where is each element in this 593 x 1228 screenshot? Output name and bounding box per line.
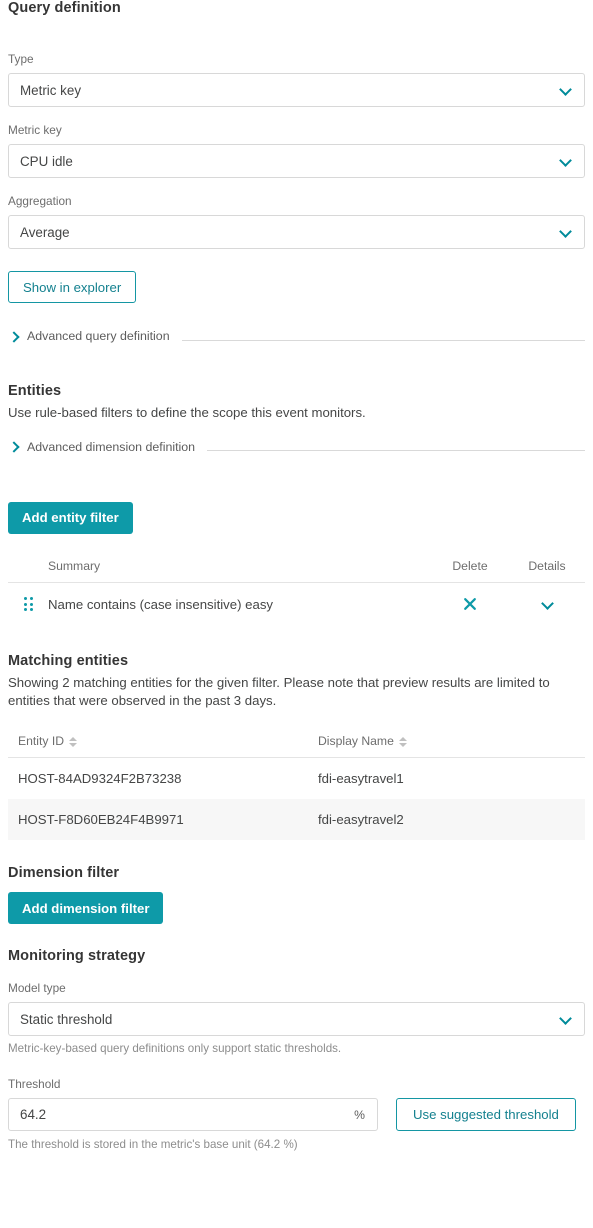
divider	[207, 450, 585, 451]
type-select[interactable]: Metric key	[8, 73, 585, 107]
divider	[182, 340, 585, 341]
filter-summary-text: Name contains (case insensitive) easy	[48, 597, 431, 612]
matching-entities-title: Matching entities	[8, 653, 585, 669]
advanced-query-definition-label: Advanced query definition	[27, 329, 170, 343]
column-header-display-name[interactable]: Display Name	[308, 734, 585, 758]
entity-filter-table: Summary Delete Details Name contains (ca…	[8, 559, 585, 626]
cell-display-name: fdi-easytravel1	[308, 758, 585, 800]
threshold-hint: The threshold is stored in the metric's …	[8, 1138, 585, 1151]
use-suggested-threshold-button[interactable]: Use suggested threshold	[396, 1098, 576, 1131]
threshold-unit: %	[354, 1108, 365, 1122]
threshold-input-wrapper: %	[8, 1098, 378, 1131]
add-dimension-filter-button[interactable]: Add dimension filter	[8, 892, 163, 924]
table-row[interactable]: HOST-F8D60EB24F4B9971 fdi-easytravel2	[8, 799, 585, 840]
chevron-down-icon[interactable]	[559, 1003, 572, 1035]
model-type-select[interactable]: Static threshold	[8, 1002, 585, 1036]
matching-entities-description: Showing 2 matching entities for the give…	[8, 674, 585, 711]
entities-description: Use rule-based filters to define the sco…	[8, 404, 585, 423]
add-entity-filter-button[interactable]: Add entity filter	[8, 502, 133, 534]
column-header-entity-id[interactable]: Entity ID	[8, 734, 308, 758]
entity-filter-table-header: Summary Delete Details	[8, 559, 585, 583]
field-label-threshold: Threshold	[8, 1077, 585, 1091]
field-type: Type Metric key	[8, 52, 585, 107]
chevron-down-icon[interactable]	[559, 145, 572, 177]
expand-filter-details-button[interactable]	[509, 598, 585, 611]
chevron-down-icon[interactable]	[559, 216, 572, 248]
table-row[interactable]: HOST-84AD9324F2B73238 fdi-easytravel1	[8, 758, 585, 800]
monitoring-strategy-section: Monitoring strategy Model type Static th…	[8, 948, 585, 1151]
threshold-input[interactable]	[9, 1099, 377, 1130]
matching-entities-table: Entity ID Display Name HOST-84AD9324F2B7…	[8, 734, 585, 840]
advanced-dimension-definition-toggle[interactable]: Advanced dimension definition	[8, 440, 585, 454]
field-threshold: Threshold % Use suggested threshold The …	[8, 1077, 585, 1151]
settings-form-page: Query definition Type Metric key Metric …	[0, 0, 593, 1228]
table-row: Name contains (case insensitive) easy	[8, 583, 585, 626]
field-metric-key: Metric key CPU idle	[8, 123, 585, 178]
chevron-down-icon	[541, 598, 554, 611]
matching-entities-section: Matching entities Showing 2 matching ent…	[8, 653, 585, 711]
metric-key-select-value: CPU idle	[20, 154, 73, 169]
column-header-details: Details	[509, 559, 585, 573]
field-aggregation: Aggregation Average	[8, 194, 585, 249]
chevron-right-icon	[8, 440, 21, 453]
entities-title: Entities	[8, 383, 585, 399]
monitoring-strategy-title: Monitoring strategy	[8, 948, 585, 964]
model-type-hint: Metric-key-based query definitions only …	[8, 1042, 585, 1055]
metric-key-select[interactable]: CPU idle	[8, 144, 585, 178]
type-select-value: Metric key	[20, 83, 81, 98]
close-icon	[462, 596, 478, 612]
matching-entities-table-header: Entity ID Display Name	[8, 734, 585, 758]
entities-section: Entities Use rule-based filters to defin…	[8, 383, 585, 423]
cell-display-name: fdi-easytravel2	[308, 799, 585, 840]
field-label-metric-key: Metric key	[8, 123, 585, 137]
cell-entity-id: HOST-F8D60EB24F4B9971	[8, 799, 308, 840]
field-label-aggregation: Aggregation	[8, 194, 585, 208]
chevron-down-icon[interactable]	[559, 74, 572, 106]
drag-handle-icon[interactable]	[8, 597, 48, 611]
dimension-filter-section: Dimension filter Add dimension filter	[8, 865, 585, 924]
column-header-delete: Delete	[431, 559, 509, 573]
advanced-query-definition-toggle[interactable]: Advanced query definition	[8, 329, 585, 343]
column-header-summary: Summary	[8, 559, 431, 573]
aggregation-select-value: Average	[20, 225, 70, 240]
dimension-filter-title: Dimension filter	[8, 865, 585, 881]
cell-entity-id: HOST-84AD9324F2B73238	[8, 758, 308, 800]
page-title: Query definition	[8, 0, 585, 16]
query-definition-section: Query definition	[8, 0, 585, 16]
show-in-explorer-button[interactable]: Show in explorer	[8, 271, 136, 303]
field-model-type: Model type Static threshold Metric-key-b…	[8, 981, 585, 1055]
table-header-row: Entity ID Display Name	[8, 734, 585, 758]
chevron-right-icon	[8, 330, 21, 343]
field-label-model-type: Model type	[8, 981, 585, 995]
model-type-select-value: Static threshold	[20, 1012, 112, 1027]
aggregation-select[interactable]: Average	[8, 215, 585, 249]
field-label-type: Type	[8, 52, 585, 66]
advanced-dimension-definition-label: Advanced dimension definition	[27, 440, 195, 454]
delete-filter-button[interactable]	[431, 596, 509, 612]
